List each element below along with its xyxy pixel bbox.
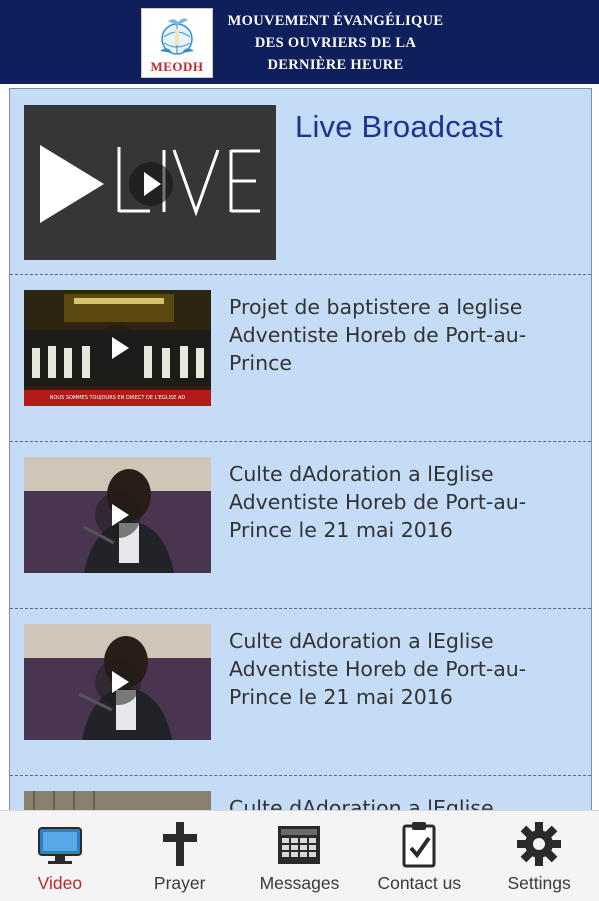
thumbnail-caption: NOUS SOMMES TOUJOURS EN DIRECT DE L'EGLI…	[49, 395, 186, 401]
monitor-icon	[37, 827, 82, 864]
video-list-item[interactable]: NOUS SOMMES TOUJOURS EN DIRECT DE L'EGLI…	[10, 275, 591, 442]
gear-icon	[517, 822, 562, 866]
play-icon[interactable]	[94, 659, 141, 705]
video-thumbnail[interactable]	[24, 457, 211, 573]
app-title-line: DES OUVRIERS DE LA	[254, 35, 417, 51]
calendar-grid-icon	[278, 826, 321, 864]
video-list-item[interactable]: Culte dAdoration a lEglise Adventiste Ho…	[10, 609, 591, 776]
play-icon[interactable]	[94, 325, 141, 371]
tab-video[interactable]: Video	[0, 811, 120, 901]
speaker-thumbnail-art	[24, 791, 211, 810]
tab-label: Prayer	[153, 873, 206, 893]
app-header: MEODH MOUVEMENT ÉVANGÉLIQUE DES OUVRIERS…	[0, 0, 599, 84]
video-title[interactable]: Culte dAdoration a lEglise	[229, 794, 569, 810]
bottom-tab-bar: Video Prayer Messages Contact us Setting…	[0, 810, 599, 901]
app-title: MOUVEMENT ÉVANGÉLIQUE DES OUVRIERS DE LA…	[218, 10, 453, 76]
video-thumbnail[interactable]	[24, 624, 211, 740]
tab-label: Video	[37, 873, 83, 893]
tab-contact-us[interactable]: Contact us	[359, 811, 479, 901]
app-title-line: MOUVEMENT ÉVANGÉLIQUE	[227, 13, 444, 29]
tab-label: Messages	[259, 873, 340, 893]
app-title-line: DERNIÈRE HEURE	[267, 57, 404, 73]
video-thumbnail[interactable]: NOUS SOMMES TOUJOURS EN DIRECT DE L'EGLI…	[24, 290, 211, 406]
video-list-item[interactable]: Culte dAdoration a lEglise	[10, 776, 591, 810]
clipboard-check-icon	[402, 822, 436, 868]
video-title[interactable]: Culte dAdoration a lEglise Adventiste Ho…	[229, 627, 569, 711]
video-thumbnail[interactable]	[24, 791, 211, 810]
live-broadcast-row[interactable]: Live Broadcast	[10, 89, 591, 275]
tab-prayer[interactable]: Prayer	[120, 811, 240, 901]
tab-messages[interactable]: Messages	[240, 811, 360, 901]
tab-settings[interactable]: Settings	[479, 811, 599, 901]
live-thumbnail[interactable]	[24, 105, 276, 260]
tab-label: Contact us	[377, 873, 462, 893]
live-broadcast-title[interactable]: Live Broadcast	[295, 109, 503, 145]
live-play-graphic	[40, 145, 260, 223]
globe-dove-icon	[160, 18, 194, 55]
video-list-item[interactable]: Culte dAdoration a lEglise Adventiste Ho…	[10, 442, 591, 609]
video-list[interactable]: Live Broadcast NOUS SOMMES TOUJOURS EN D…	[9, 88, 592, 810]
tab-label: Settings	[507, 873, 571, 893]
video-title[interactable]: Culte dAdoration a lEglise Adventiste Ho…	[229, 460, 569, 544]
cross-icon	[162, 822, 197, 866]
logo-text: MEODH	[150, 59, 204, 74]
play-icon[interactable]	[94, 492, 141, 538]
meodh-logo: MEODH	[141, 8, 213, 78]
video-title[interactable]: Projet de baptistere a leglise Adventist…	[229, 293, 569, 377]
